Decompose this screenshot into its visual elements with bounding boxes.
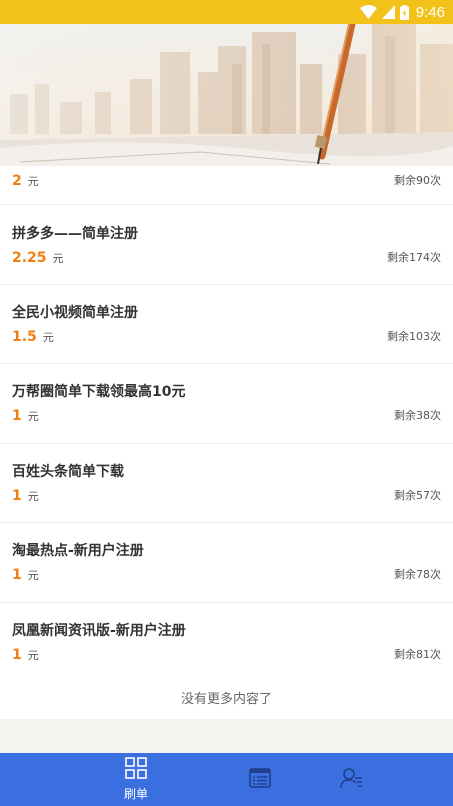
nav-tab-profile[interactable] [322, 753, 382, 806]
task-item[interactable]: 凤凰新闻资讯版-新用户注册 1 元 剩余81次 [0, 603, 453, 682]
price-unit: 元 [42, 331, 54, 344]
task-title: 万帮圈简单下载领最高10元 [12, 384, 186, 400]
price-unit: 元 [27, 410, 39, 423]
status-icons: 9:46 [359, 3, 445, 21]
grid-icon [125, 757, 147, 783]
task-price: 1 [12, 567, 22, 583]
task-price: 1 [12, 488, 22, 504]
price-unit: 元 [27, 649, 39, 662]
user-list-icon [340, 767, 364, 793]
task-price: 2 [12, 173, 22, 189]
task-remaining: 剩余90次 [394, 174, 441, 187]
price-row: 2 元 [12, 173, 39, 189]
task-item[interactable]: 2 元 剩余90次 [0, 166, 453, 205]
task-list: 2 元 剩余90次 拼多多——简单注册 2.25 元 剩余174次 全民小视频简… [0, 166, 453, 682]
task-price: 2.25 [12, 250, 47, 266]
price-row: 2.25 元 [12, 250, 64, 266]
wifi-icon [359, 5, 377, 19]
task-price: 1 [12, 647, 22, 663]
task-remaining: 剩余81次 [394, 648, 441, 661]
price-row: 1.5 元 [12, 329, 54, 345]
task-remaining: 剩余57次 [394, 489, 441, 502]
task-item[interactable]: 百姓头条简单下载 1 元 剩余57次 [0, 444, 453, 523]
task-title: 百姓头条简单下载 [12, 464, 124, 480]
task-price: 1.5 [12, 329, 37, 345]
task-item[interactable]: 万帮圈简单下载领最高10元 1 元 剩余38次 [0, 364, 453, 444]
task-item[interactable]: 拼多多——简单注册 2.25 元 剩余174次 [0, 205, 453, 285]
price-unit: 元 [27, 175, 39, 188]
task-title: 拼多多——简单注册 [12, 226, 138, 242]
price-row: 1 元 [12, 488, 39, 504]
status-bar: 9:46 [0, 0, 453, 24]
task-item[interactable]: 全民小视频简单注册 1.5 元 剩余103次 [0, 285, 453, 364]
task-title: 全民小视频简单注册 [12, 305, 138, 321]
price-row: 1 元 [12, 408, 39, 424]
nav-tab-list[interactable] [230, 753, 290, 806]
list-end-text: 没有更多内容了 [0, 681, 453, 719]
price-row: 1 元 [12, 567, 39, 583]
task-remaining: 剩余103次 [387, 330, 441, 343]
task-title: 凤凰新闻资讯版-新用户注册 [12, 623, 186, 639]
task-item[interactable]: 淘最热点-新用户注册 1 元 剩余78次 [0, 523, 453, 603]
banner-image[interactable] [0, 24, 453, 166]
status-time: 9:46 [415, 3, 445, 21]
nav-label: 刷单 [123, 787, 148, 801]
task-remaining: 剩余38次 [394, 409, 441, 422]
task-remaining: 剩余174次 [387, 251, 441, 264]
list-icon [249, 767, 271, 792]
nav-tab-orders[interactable]: 刷单 [106, 753, 166, 806]
bottom-nav: 刷单 [0, 753, 453, 806]
signal-icon [381, 5, 395, 19]
task-title: 淘最热点-新用户注册 [12, 543, 144, 559]
battery-charging-icon [399, 4, 409, 20]
task-remaining: 剩余78次 [394, 568, 441, 581]
price-row: 1 元 [12, 647, 39, 663]
price-unit: 元 [27, 569, 39, 582]
price-unit: 元 [27, 490, 39, 503]
task-price: 1 [12, 408, 22, 424]
price-unit: 元 [52, 252, 64, 265]
